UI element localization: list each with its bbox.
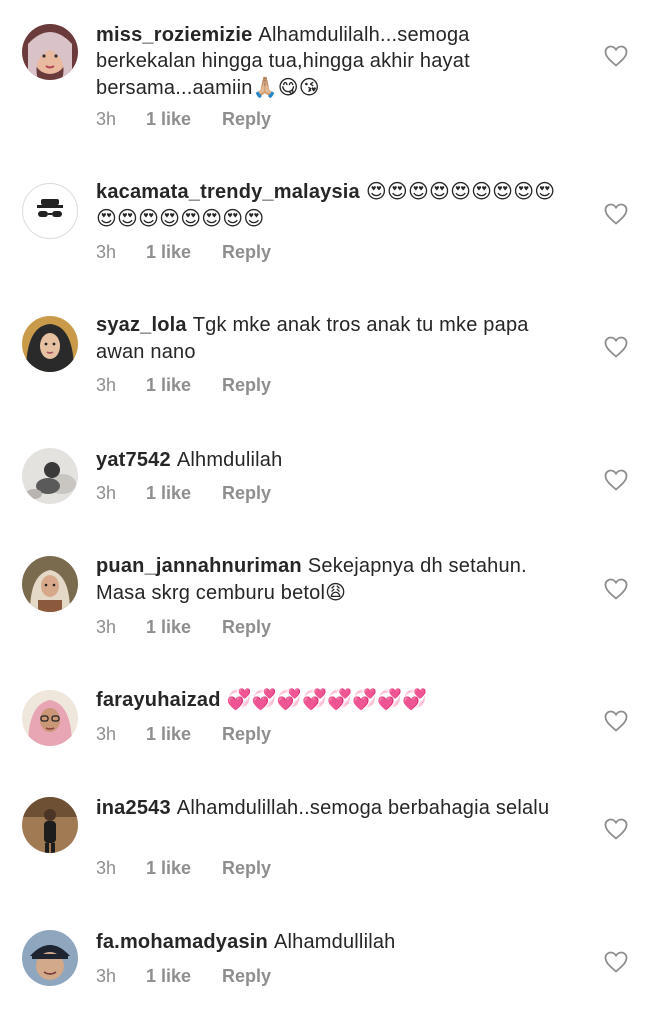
comment-time: 3h bbox=[96, 109, 117, 129]
avatar[interactable] bbox=[22, 556, 78, 612]
comment-likes[interactable]: 1 like bbox=[146, 109, 222, 130]
reply-button[interactable]: Reply bbox=[222, 617, 271, 638]
comment-likes[interactable]: 1 like bbox=[146, 966, 222, 987]
comment-meta: 3h 1 like Reply bbox=[96, 617, 271, 638]
avatar[interactable] bbox=[22, 797, 78, 853]
reply-button[interactable]: Reply bbox=[222, 966, 271, 987]
comment-text: fa.mohamadyasin Alhamdullilah bbox=[96, 928, 566, 955]
comment-emojis: 😩 bbox=[325, 580, 347, 604]
comment-likes[interactable]: 1 like bbox=[146, 242, 222, 263]
comment-likes[interactable]: 1 like bbox=[146, 724, 222, 745]
comment-time: 3h bbox=[96, 724, 117, 744]
comment-meta: 3h 1 like Reply bbox=[96, 966, 271, 987]
comment-meta: 3h 1 like Reply bbox=[96, 858, 271, 879]
heart-outline-icon[interactable] bbox=[604, 710, 628, 732]
comment-body: Alhamdulillah..semoga berbahagia selalu bbox=[176, 797, 550, 819]
heart-outline-icon[interactable] bbox=[604, 203, 628, 225]
comment-meta: 3h 1 like Reply bbox=[96, 483, 271, 504]
comment-likes[interactable]: 1 like bbox=[146, 858, 222, 879]
comment-username[interactable]: miss_roziemizie bbox=[96, 24, 252, 46]
reply-button[interactable]: Reply bbox=[222, 375, 271, 396]
comment-time: 3h bbox=[96, 483, 117, 503]
comment-username[interactable]: ina2543 bbox=[96, 797, 171, 819]
comment-likes[interactable]: 1 like bbox=[146, 375, 222, 396]
comment-meta: 3h 1 like Reply bbox=[96, 109, 271, 130]
comment-username[interactable]: syaz_lola bbox=[96, 314, 187, 336]
comment-emojis: 💞💞💞💞💞💞💞💞 bbox=[226, 687, 428, 711]
reply-button[interactable]: Reply bbox=[222, 242, 271, 263]
comment-text: ina2543 Alhamdulillah..semoga berbahagia … bbox=[96, 794, 566, 821]
comment-text: syaz_lola Tgk mke anak tros anak tu mke p… bbox=[96, 312, 566, 365]
heart-outline-icon[interactable] bbox=[604, 818, 628, 840]
reply-button[interactable]: Reply bbox=[222, 483, 271, 504]
comment-time: 3h bbox=[96, 242, 117, 262]
comment-username[interactable]: puan_jannahnuriman bbox=[96, 555, 302, 577]
heart-outline-icon[interactable] bbox=[604, 45, 628, 67]
avatar[interactable] bbox=[22, 24, 78, 80]
comment-body: Alhamdullilah bbox=[273, 931, 396, 953]
comment-meta: 3h 1 like Reply bbox=[96, 375, 271, 396]
comment-meta: 3h 1 like Reply bbox=[96, 724, 271, 745]
comment-username[interactable]: fa.mohamadyasin bbox=[96, 931, 268, 953]
comment-likes[interactable]: 1 like bbox=[146, 617, 222, 638]
comment-text: miss_roziemizie Alhamdulilalh...semoga be… bbox=[96, 22, 566, 101]
avatar[interactable] bbox=[22, 690, 78, 746]
reply-button[interactable]: Reply bbox=[222, 858, 271, 879]
comment-emojis: 🙏🏼😋😘 bbox=[252, 75, 320, 99]
comment-text: kacamata_trendy_malaysia 😍😍😍😍😍😍😍😍😍😍😍😍😍😍😍😍… bbox=[96, 178, 566, 232]
heart-outline-icon[interactable] bbox=[604, 469, 628, 491]
comment-body: Alhmdulilah bbox=[176, 449, 283, 471]
avatar[interactable] bbox=[22, 183, 78, 239]
heart-outline-icon[interactable] bbox=[604, 578, 628, 600]
comment-time: 3h bbox=[96, 375, 117, 395]
comment-text: yat7542 Alhmdulilah bbox=[96, 446, 566, 473]
comment-text: farayuhaizad 💞💞💞💞💞💞💞💞 bbox=[96, 686, 566, 713]
comment-username[interactable]: yat7542 bbox=[96, 449, 171, 471]
comment-username[interactable]: kacamata_trendy_malaysia bbox=[96, 181, 360, 203]
avatar[interactable] bbox=[22, 930, 78, 986]
comment-likes[interactable]: 1 like bbox=[146, 483, 222, 504]
heart-outline-icon[interactable] bbox=[604, 336, 628, 358]
avatar[interactable] bbox=[22, 316, 78, 372]
comment-time: 3h bbox=[96, 966, 117, 986]
comment-meta: 3h 1 like Reply bbox=[96, 242, 271, 263]
reply-button[interactable]: Reply bbox=[222, 109, 271, 130]
heart-outline-icon[interactable] bbox=[604, 951, 628, 973]
comment-username[interactable]: farayuhaizad bbox=[96, 689, 221, 711]
comment-text: puan_jannahnuriman Sekejapnya dh setahun.… bbox=[96, 553, 566, 606]
comment-time: 3h bbox=[96, 858, 117, 878]
avatar[interactable] bbox=[22, 448, 78, 504]
comment-time: 3h bbox=[96, 617, 117, 637]
reply-button[interactable]: Reply bbox=[222, 724, 271, 745]
